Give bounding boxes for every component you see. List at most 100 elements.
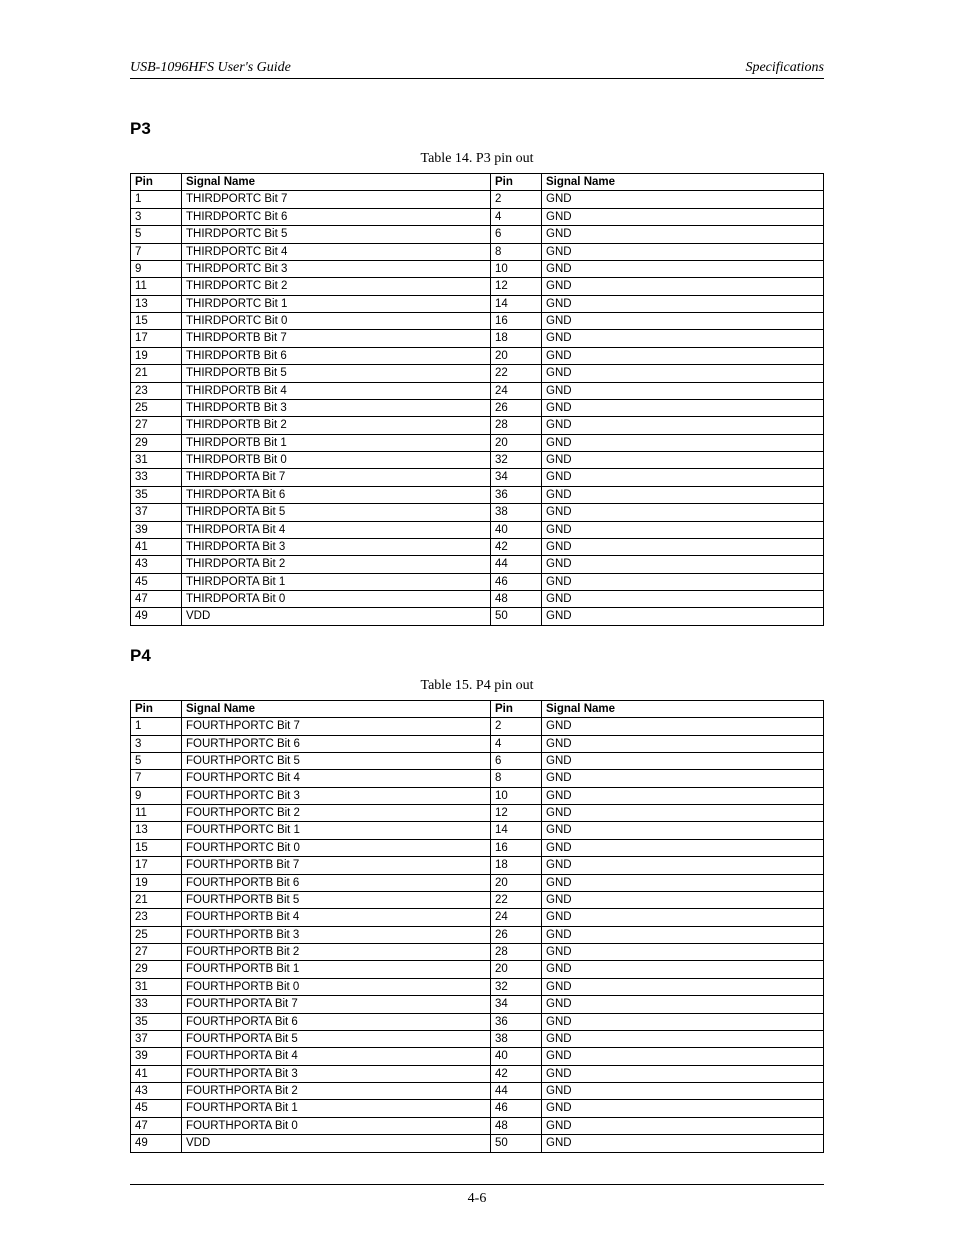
table-cell: GND <box>542 608 824 625</box>
table-cell: GND <box>542 486 824 503</box>
table-row: 49VDD50GND <box>131 608 824 625</box>
table-row: 1FOURTHPORTC Bit 72GND <box>131 718 824 735</box>
table-row: 27THIRDPORTB Bit 228GND <box>131 417 824 434</box>
table-cell: VDD <box>182 1135 491 1152</box>
table-cell: 1 <box>131 191 182 208</box>
table-cell: FOURTHPORTA Bit 2 <box>182 1083 491 1100</box>
table-cell: 25 <box>131 399 182 416</box>
table-row: 37THIRDPORTA Bit 538GND <box>131 504 824 521</box>
table-row: 31FOURTHPORTB Bit 032GND <box>131 978 824 995</box>
table-cell: 10 <box>491 787 542 804</box>
table-cell: 31 <box>131 452 182 469</box>
table-caption-p3: Table 14. P3 pin out <box>130 151 824 167</box>
table-cell: 17 <box>131 857 182 874</box>
table-cell: 25 <box>131 926 182 943</box>
table-cell: GND <box>542 770 824 787</box>
table-row: 43THIRDPORTA Bit 244GND <box>131 556 824 573</box>
table-cell: 16 <box>491 313 542 330</box>
table-cell: 4 <box>491 735 542 752</box>
table-cell: 9 <box>131 787 182 804</box>
table-cell: 14 <box>491 295 542 312</box>
table-row: 5THIRDPORTC Bit 56GND <box>131 226 824 243</box>
table-cell: GND <box>542 857 824 874</box>
table-cell: GND <box>542 347 824 364</box>
table-cell: 7 <box>131 770 182 787</box>
table-cell: 10 <box>491 260 542 277</box>
table-cell: THIRDPORTB Bit 0 <box>182 452 491 469</box>
col-header: Pin <box>491 700 542 717</box>
table-row: 25THIRDPORTB Bit 326GND <box>131 399 824 416</box>
table-cell: THIRDPORTA Bit 7 <box>182 469 491 486</box>
table-cell: THIRDPORTC Bit 6 <box>182 208 491 225</box>
table-cell: FOURTHPORTB Bit 1 <box>182 961 491 978</box>
table-cell: 48 <box>491 1117 542 1134</box>
table-cell: FOURTHPORTA Bit 3 <box>182 1065 491 1082</box>
table-cell: 42 <box>491 1065 542 1082</box>
table-cell: 7 <box>131 243 182 260</box>
table-row: 33THIRDPORTA Bit 734GND <box>131 469 824 486</box>
table-cell: 28 <box>491 417 542 434</box>
table-p4: Pin Signal Name Pin Signal Name 1FOURTHP… <box>130 700 824 1153</box>
table-cell: 2 <box>491 191 542 208</box>
page: USB-1096HFS User's Guide Specifications … <box>0 0 954 1235</box>
table-row: 47FOURTHPORTA Bit 048GND <box>131 1117 824 1134</box>
table-cell: GND <box>542 591 824 608</box>
table-cell: 15 <box>131 839 182 856</box>
table-cell: GND <box>542 382 824 399</box>
table-cell: FOURTHPORTA Bit 1 <box>182 1100 491 1117</box>
table-row: 39THIRDPORTA Bit 440GND <box>131 521 824 538</box>
col-header: Signal Name <box>182 174 491 191</box>
table-cell: 24 <box>491 382 542 399</box>
section-title-p4: P4 <box>130 646 824 666</box>
table-row: 35THIRDPORTA Bit 636GND <box>131 486 824 503</box>
table-cell: THIRDPORTC Bit 2 <box>182 278 491 295</box>
table-cell: 21 <box>131 365 182 382</box>
table-cell: THIRDPORTC Bit 3 <box>182 260 491 277</box>
table-cell: 6 <box>491 226 542 243</box>
table-cell: 46 <box>491 1100 542 1117</box>
table-cell: 13 <box>131 822 182 839</box>
table-cell: 20 <box>491 347 542 364</box>
table-cell: 29 <box>131 961 182 978</box>
table-cell: 44 <box>491 556 542 573</box>
table-cell: 40 <box>491 1048 542 1065</box>
table-p3: Pin Signal Name Pin Signal Name 1THIRDPO… <box>130 173 824 626</box>
table-cell: FOURTHPORTC Bit 5 <box>182 752 491 769</box>
table-cell: THIRDPORTA Bit 6 <box>182 486 491 503</box>
table-cell: 36 <box>491 1013 542 1030</box>
table-cell: GND <box>542 961 824 978</box>
table-row: 17FOURTHPORTB Bit 718GND <box>131 857 824 874</box>
table-cell: 12 <box>491 805 542 822</box>
table-cell: GND <box>542 926 824 943</box>
table-cell: 1 <box>131 718 182 735</box>
table-cell: 2 <box>491 718 542 735</box>
table-row: 7FOURTHPORTC Bit 48GND <box>131 770 824 787</box>
table-row: 35FOURTHPORTA Bit 636GND <box>131 1013 824 1030</box>
table-cell: GND <box>542 909 824 926</box>
table-cell: 28 <box>491 944 542 961</box>
table-cell: FOURTHPORTB Bit 6 <box>182 874 491 891</box>
table-cell: 34 <box>491 469 542 486</box>
table-cell: 47 <box>131 1117 182 1134</box>
table-cell: FOURTHPORTB Bit 2 <box>182 944 491 961</box>
table-cell: 29 <box>131 434 182 451</box>
table-cell: 27 <box>131 417 182 434</box>
table-cell: GND <box>542 1030 824 1047</box>
section-title-p3: P3 <box>130 119 824 139</box>
table-cell: VDD <box>182 608 491 625</box>
table-cell: GND <box>542 295 824 312</box>
table-row: 19THIRDPORTB Bit 620GND <box>131 347 824 364</box>
table-cell: GND <box>542 208 824 225</box>
table-cell: 23 <box>131 382 182 399</box>
table-row: 3THIRDPORTC Bit 64GND <box>131 208 824 225</box>
table-row: 9THIRDPORTC Bit 310GND <box>131 260 824 277</box>
table-cell: 21 <box>131 891 182 908</box>
table-cell: 34 <box>491 996 542 1013</box>
table-cell: GND <box>542 469 824 486</box>
table-cell: GND <box>542 944 824 961</box>
table-cell: GND <box>542 278 824 295</box>
table-cell: 45 <box>131 573 182 590</box>
table-cell: 13 <box>131 295 182 312</box>
table-row: 39FOURTHPORTA Bit 440GND <box>131 1048 824 1065</box>
table-cell: 35 <box>131 486 182 503</box>
